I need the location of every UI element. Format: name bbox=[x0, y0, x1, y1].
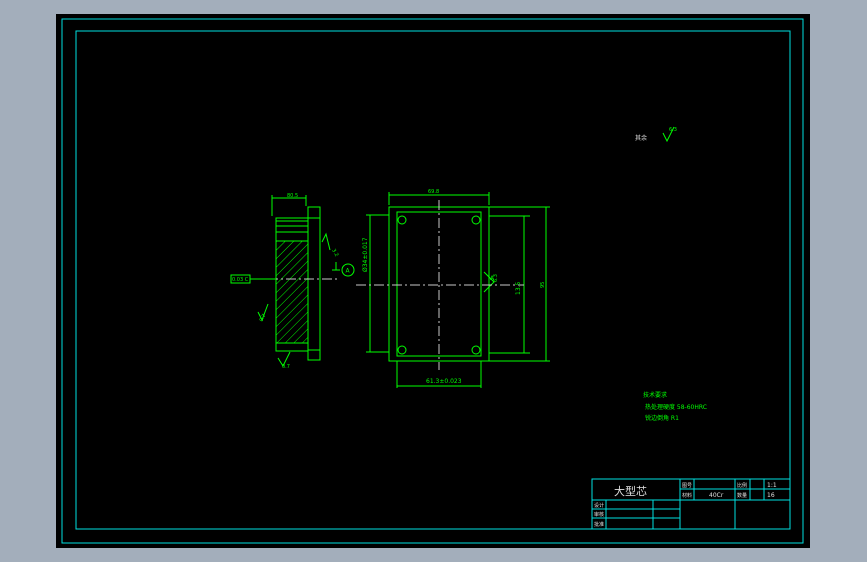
side-rough-bottom: 0.7 bbox=[282, 364, 290, 370]
front-left-dim: Ø34±0.017 bbox=[362, 237, 369, 272]
side-body-hatched bbox=[275, 239, 309, 347]
front-right-dim-inner: 13.5 bbox=[515, 281, 522, 295]
front-bottom-dim: 61.3±0.023 bbox=[426, 378, 462, 385]
count-value: 16 bbox=[767, 492, 775, 499]
side-top-slot bbox=[275, 220, 309, 242]
scale-label: 比例 bbox=[737, 482, 747, 489]
front-top-dim: 69.8 bbox=[428, 189, 439, 195]
material-value: 40Cr bbox=[709, 492, 724, 499]
check-label: 审核 bbox=[594, 511, 604, 518]
side-left-tolerance: 0.03 C bbox=[232, 277, 249, 283]
design-label: 设计 bbox=[594, 502, 604, 509]
front-right-dim-outer: 95 bbox=[540, 282, 546, 288]
roughness-note-value: 6.3 bbox=[669, 127, 677, 133]
front-rough-small: 6.3 bbox=[493, 274, 499, 282]
approve-label: 批准 bbox=[594, 521, 604, 528]
scale-value: 1:1 bbox=[767, 482, 777, 489]
tech-req-title: 技术要求 bbox=[643, 391, 667, 399]
tech-req-line-1: 热处理硬度 58-60HRC bbox=[645, 403, 707, 411]
tech-req-line-2: 锐边倒角 R1 bbox=[645, 414, 679, 422]
side-top-dim: 80.5 bbox=[287, 193, 298, 199]
cad-drawing: 其余 6.3 80.5 0.03 C 0.7 3.2 0.7 A 69.8 61… bbox=[56, 14, 810, 548]
code-label: 图号 bbox=[682, 483, 692, 489]
part-name: 大型芯 bbox=[614, 484, 647, 498]
drawing-paper bbox=[56, 14, 810, 548]
count-label: 数量 bbox=[737, 492, 747, 499]
side-bottom-slot bbox=[275, 342, 309, 352]
roughness-note-label: 其余 bbox=[635, 134, 647, 142]
material-label: 材料 bbox=[682, 492, 692, 499]
